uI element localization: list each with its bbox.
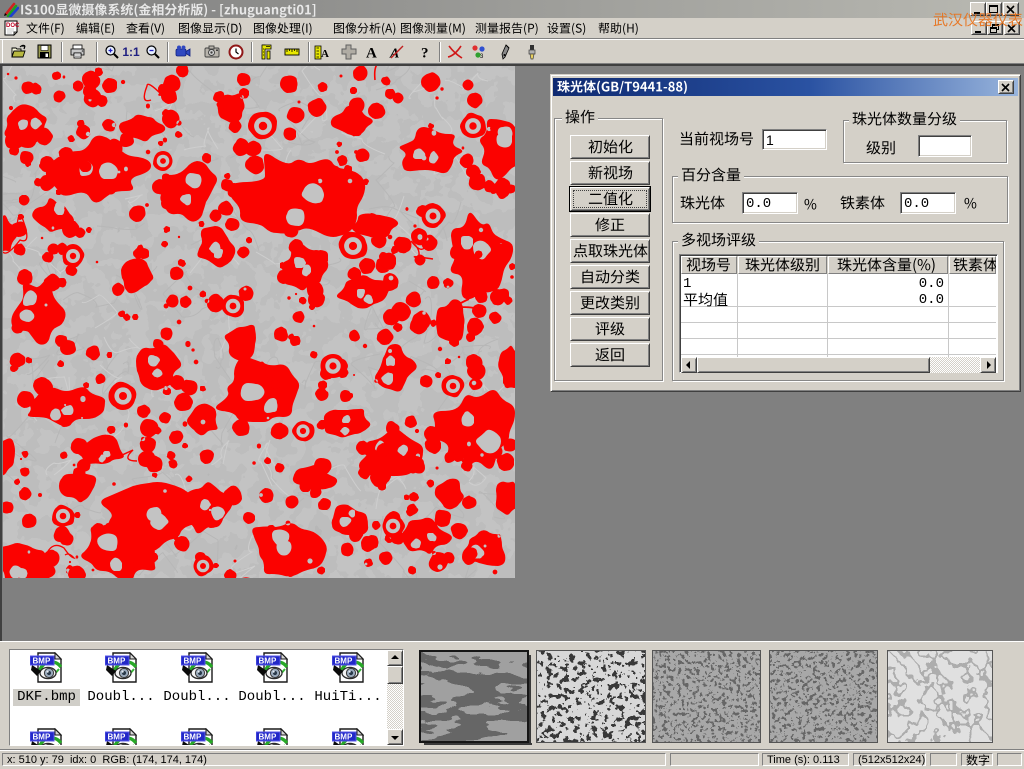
svg-text:DOC: DOC xyxy=(6,23,20,29)
svg-text:BMP: BMP xyxy=(33,657,51,666)
svg-text:3: 3 xyxy=(480,54,484,60)
svg-text:?: ? xyxy=(421,46,429,61)
svg-text:A: A xyxy=(366,46,377,61)
svg-text:BMP: BMP xyxy=(184,657,202,666)
svg-text:A: A xyxy=(389,47,399,61)
svg-text:BMP: BMP xyxy=(335,733,353,742)
svg-text:BMP: BMP xyxy=(335,657,353,666)
svg-text:BMP: BMP xyxy=(108,657,126,666)
svg-text:BMP: BMP xyxy=(108,733,126,742)
svg-text:BMP: BMP xyxy=(33,733,51,742)
svg-text:BMP: BMP xyxy=(184,733,202,742)
svg-text:BMP: BMP xyxy=(259,733,277,742)
svg-text:BMP: BMP xyxy=(259,657,277,666)
svg-text:A: A xyxy=(321,48,329,60)
